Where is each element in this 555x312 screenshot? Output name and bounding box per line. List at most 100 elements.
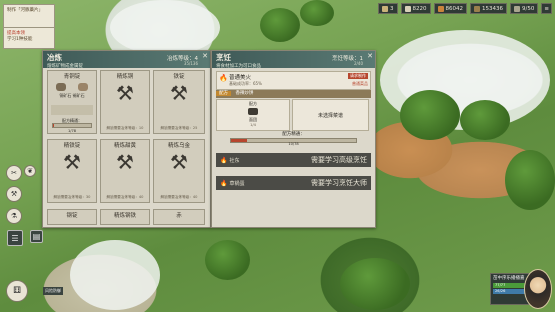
recipe-bar: 配方 香辣炒饼 xyxy=(216,90,371,98)
book-button[interactable]: ▤ xyxy=(30,230,43,243)
cloud xyxy=(70,240,160,310)
tree xyxy=(205,240,250,280)
recipe-name: 钢锭 xyxy=(66,213,78,219)
smelting-header: 冶炼 熔炼矿物成金属锭 冶炼等级：4 35/136 ✕ xyxy=(43,51,210,69)
inventory-counter: 9/50 xyxy=(510,3,539,14)
calendar-icon xyxy=(382,5,389,12)
recipe-card[interactable]: 赤 xyxy=(153,209,205,225)
reputation-icon xyxy=(474,5,481,12)
day-counter: 3 xyxy=(378,3,398,14)
character-status[interactable]: 苗中序乐播播嘉 77/77 26/26 xyxy=(490,269,552,309)
recipe-card[interactable]: 钢锭 xyxy=(47,209,97,225)
recipe-card[interactable]: 精炼乌金 ⚒ 解锁需要冶炼等级：40 xyxy=(153,139,205,203)
recipe-card[interactable]: 精铁锭 ⚒ 解锁需要冶炼等级：30 xyxy=(47,139,97,203)
skill-button-3[interactable]: ⚒ xyxy=(6,186,22,202)
panel-subtitle: 熔炼矿物成金属锭 xyxy=(47,64,83,69)
list-icon: ☰ xyxy=(11,233,19,243)
tools-icon: ⚒ xyxy=(63,150,81,174)
dish-rate: 基础成功率：65% xyxy=(229,81,262,86)
locked-recipe-row[interactable]: 🔥 社东 需要学习高级烹饪 xyxy=(216,153,371,167)
level-progress: 35/136 xyxy=(183,61,198,66)
tools-icon: ⚒ xyxy=(116,81,134,105)
panel-subtitle: 将食材加工为可口食品 xyxy=(216,64,261,69)
close-icon[interactable]: ✕ xyxy=(367,52,373,60)
quest-note[interactable]: 制作「河豚藥片」 xyxy=(3,4,55,28)
ingredient-label: 配方 xyxy=(249,101,257,106)
ingredient-count: 1/4 xyxy=(250,123,256,127)
make-request-button[interactable]: 请求制作 xyxy=(348,73,368,79)
recipe-card[interactable]: 青铜锭 铜矿石 锡矿石 配方精通： 1/78 xyxy=(47,70,97,134)
quest-text: 制作「河豚藥片」 xyxy=(7,8,43,13)
locked-recipe-row[interactable]: 🔥 草锅蛋 需要学习烹饪大师 xyxy=(216,176,371,190)
tools-icon: ⚒ xyxy=(170,81,188,105)
recipe-card[interactable]: 铁锭 ⚒ 解锁需要冶炼等级：25 xyxy=(153,70,205,134)
silver-counter: 8220 xyxy=(400,3,431,14)
recipe-card[interactable]: 精炼铜 ⚒ 解锁需要冶炼等级：10 xyxy=(100,70,150,134)
unlock-requirement: 解锁需要冶炼等级：40 xyxy=(106,195,144,199)
risk-label: 风险防御 xyxy=(43,287,63,295)
tree xyxy=(505,150,555,210)
ingredient-slot[interactable]: 配方 面团 1/4 xyxy=(216,99,290,131)
tree xyxy=(300,0,334,26)
menu-button[interactable]: ≡ xyxy=(541,3,552,14)
recipe-name: 社东 xyxy=(229,157,240,164)
recipe-card[interactable]: 精炼钢铁 xyxy=(100,209,150,225)
recipe-name: 青铜锭 xyxy=(63,74,81,80)
tree xyxy=(340,258,410,310)
silver-icon xyxy=(404,5,411,12)
quest-note[interactable]: 提高本领 学习1种技能 xyxy=(3,27,55,49)
book-icon: ▤ xyxy=(32,232,41,241)
recipe-name: 赤 xyxy=(176,213,182,219)
cooking-header: 烹饪 将食材加工为可口食品 烹饪等级：1 2/40 ✕ xyxy=(212,51,375,69)
recipe-select-slot[interactable]: 未选择菜谱 xyxy=(292,99,369,131)
skill-button-4[interactable]: ⚗ xyxy=(6,208,22,224)
fire-icon: 🔥 xyxy=(219,74,228,82)
copper-icon xyxy=(437,5,444,12)
skill-button-1[interactable]: ✂ xyxy=(6,165,22,181)
dice-button[interactable]: ⚅ xyxy=(6,280,28,302)
quest-text: 学习1种技能 xyxy=(7,37,33,42)
ore-icon xyxy=(56,83,66,91)
recipe-section-name: 香辣炒饼 xyxy=(235,91,254,96)
close-icon[interactable]: ✕ xyxy=(202,52,208,60)
skill-button-2[interactable]: ❦ xyxy=(24,165,36,177)
flower-icon: ❦ xyxy=(27,167,33,175)
mastery-label: 配方精通： xyxy=(282,132,305,137)
unlock-requirement: 解锁需要冶炼等级：30 xyxy=(53,195,91,199)
tools-icon: ⚒ xyxy=(170,150,188,174)
scissors-icon: ✂ xyxy=(11,169,17,177)
recipe-name: 精炼铜 xyxy=(116,74,134,80)
stats-box xyxy=(51,105,93,115)
dish-name: 普通美火 xyxy=(229,75,252,81)
dish-grade: 普通菜品 xyxy=(352,81,368,86)
bag-icon xyxy=(514,5,521,12)
dish-info: 🔥 普通美火 基础成功率：65% 请求制作 普通菜品 xyxy=(216,71,371,90)
recipe-card[interactable]: 精炼甜黄 ⚒ 解锁需要冶炼等级：40 xyxy=(100,139,150,203)
level-progress: 2/40 xyxy=(354,61,363,66)
reputation-counter: 153436 xyxy=(470,3,508,14)
tools-icon: ⚒ xyxy=(116,150,134,174)
avatar[interactable] xyxy=(524,269,552,309)
recipe-name: 精铁锭 xyxy=(63,143,81,149)
lock-requirement: 需要学习高级烹饪 xyxy=(311,156,367,164)
copper-counter: 86042 xyxy=(433,3,468,14)
fire-icon: 🔥 xyxy=(220,179,228,187)
unlock-requirement: 解锁需要冶炼等级：10 xyxy=(106,126,144,130)
tree xyxy=(460,100,510,140)
resource-bar: 3 8220 86042 153436 9/50 ≡ xyxy=(378,3,552,14)
dough-icon xyxy=(248,108,258,115)
recipe-name: 精炼钢铁 xyxy=(113,213,136,219)
cloud xyxy=(110,0,220,55)
tree xyxy=(400,90,460,140)
fire-icon: 🔥 xyxy=(220,156,228,164)
hammer-icon: ⚒ xyxy=(10,190,18,198)
recipe-section-label: 配方 xyxy=(216,91,231,96)
mastery-progress: 1/78 xyxy=(67,129,77,133)
list-button[interactable]: ☰ xyxy=(7,230,23,246)
smelting-panel: 冶炼 熔炼矿物成金属锭 冶炼等级：4 35/136 ✕ 青铜锭 铜矿石 锡矿石 … xyxy=(42,50,211,228)
recipe-name: 草锅蛋 xyxy=(229,180,245,187)
tree xyxy=(260,8,300,42)
mastery-progress: 10/78 xyxy=(288,142,299,146)
recipe-name: 精炼乌金 xyxy=(167,143,190,149)
cooking-panel: 烹饪 将食材加工为可口食品 烹饪等级：1 2/40 ✕ 🔥 普通美火 基础成功率… xyxy=(211,50,376,228)
